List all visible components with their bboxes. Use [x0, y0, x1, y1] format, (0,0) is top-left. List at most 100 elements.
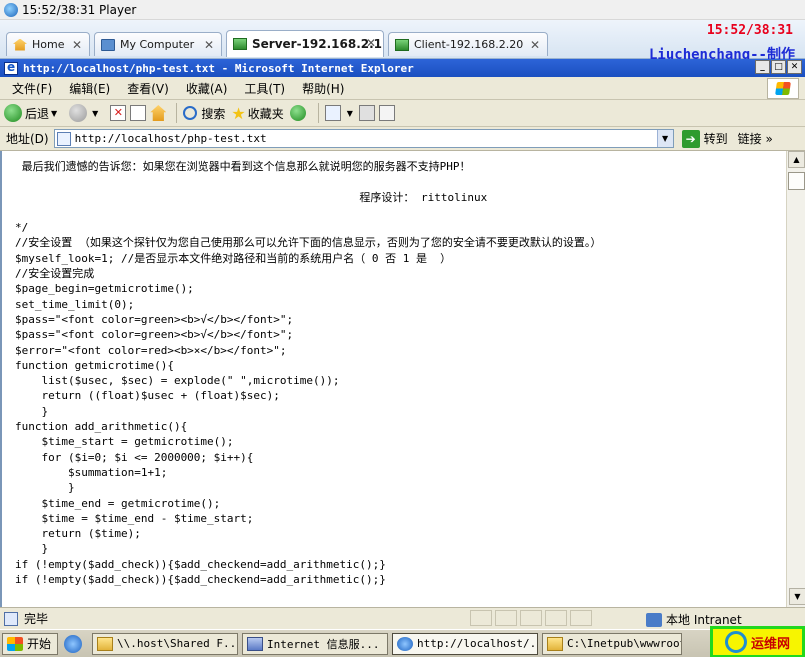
- menu-view[interactable]: 查看(V): [127, 80, 169, 97]
- taskbar-item-label: C:\Inetpub\wwwroot: [567, 637, 683, 650]
- code-line: return ($time);: [15, 527, 141, 541]
- chevron-down-icon[interactable]: ▼: [51, 109, 57, 118]
- search-button[interactable]: 搜索: [183, 105, 225, 122]
- chevron-down-icon[interactable]: ▼: [347, 109, 353, 118]
- menu-bar: 文件(F) 编辑(E) 查看(V) 收藏(A) 工具(T) 帮助(H): [0, 77, 805, 100]
- minimize-button[interactable]: _: [755, 60, 770, 74]
- code-line: $time_start = getmicrotime();: [15, 435, 234, 449]
- scroll-up-icon[interactable]: ▲: [788, 151, 805, 168]
- taskbar-item-ie[interactable]: http://localhost/...: [392, 632, 539, 655]
- code-line: for ($i=0; $i <= 2000000; $i++){: [15, 450, 254, 464]
- tab-client[interactable]: Client-192.168.2.20 ✕: [388, 32, 548, 56]
- go-arrow-icon: ➔: [681, 129, 700, 148]
- tab-label: My Computer: [120, 38, 195, 51]
- chevron-down-icon[interactable]: ▼: [92, 109, 98, 118]
- player-icon: [4, 2, 18, 17]
- window-title: http://localhost/php-test.txt - Microsof…: [23, 61, 414, 75]
- folder-icon: [547, 636, 564, 651]
- favorites-button[interactable]: ★ 收藏夹: [231, 104, 283, 123]
- windows-flag-icon: [7, 636, 23, 651]
- vertical-scrollbar[interactable]: ▲ ▼: [786, 151, 805, 607]
- address-field[interactable]: ▼: [53, 129, 674, 148]
- player-title: 15:52/38:31 Player: [22, 2, 137, 17]
- history-icon[interactable]: [289, 105, 306, 121]
- links-button[interactable]: 链接 »: [738, 130, 773, 147]
- tab-label: Client-192.168.2.20: [414, 38, 524, 51]
- start-button[interactable]: 开始: [2, 632, 59, 655]
- taskbar-item-label: \\.host\Shared F...: [117, 637, 239, 650]
- computer-icon: [101, 38, 115, 51]
- ie-title-bar: http://localhost/php-test.txt - Microsof…: [0, 59, 805, 77]
- taskbar-item-label: http://localhost/...: [417, 637, 539, 650]
- status-cell: [520, 610, 542, 626]
- status-cell: [545, 610, 567, 626]
- taskbar-item-iis[interactable]: Internet 信息服...: [242, 632, 389, 655]
- back-button[interactable]: 后退 ▼: [4, 104, 63, 122]
- code-line: $error="<font color=red><b>×</b></font>"…: [15, 343, 287, 357]
- close-button[interactable]: ✕: [787, 60, 802, 74]
- go-button[interactable]: ➔ 转到: [681, 129, 728, 148]
- code-line: }: [15, 542, 49, 556]
- maximize-button[interactable]: □: [771, 60, 786, 74]
- code-line: }: [15, 404, 49, 418]
- address-bar: 地址(D) ▼ ➔ 转到 链接 »: [0, 127, 805, 151]
- code-line: */: [15, 221, 29, 235]
- tab-my-computer[interactable]: My Computer ✕: [94, 32, 222, 56]
- refresh-icon[interactable]: [130, 105, 147, 121]
- tab-server[interactable]: Server-192.168.2.1 ✕: [226, 30, 384, 57]
- star-icon: ★: [231, 103, 246, 123]
- vm-icon: [233, 38, 247, 50]
- tab-home[interactable]: Home ✕: [6, 32, 90, 56]
- taskbar-item-wwwroot[interactable]: C:\Inetpub\wwwroot: [542, 632, 683, 655]
- page-icon: [56, 131, 71, 146]
- home-icon: [13, 38, 27, 51]
- status-cell: [470, 610, 492, 626]
- watermark-text: 运维网: [750, 636, 790, 652]
- code-line: }: [15, 481, 75, 495]
- code-line: if (!empty($add_check)){$add_checkend=ad…: [15, 557, 386, 571]
- forward-button[interactable]: ▼: [69, 104, 104, 122]
- scroll-down-icon[interactable]: ▼: [789, 588, 805, 605]
- code-line: $page_begin=getmicrotime();: [15, 282, 194, 296]
- scroll-thumb[interactable]: [788, 172, 805, 190]
- intranet-icon: [646, 612, 662, 627]
- status-cell: [570, 610, 592, 626]
- overlay-timer: 15:52/38:31: [706, 23, 793, 38]
- menu-help[interactable]: 帮助(H): [302, 80, 344, 97]
- code-line: function add_arithmetic(){: [15, 420, 188, 434]
- menu-tools[interactable]: 工具(T): [244, 80, 285, 97]
- code-line: 程序设计： rittolinux: [15, 190, 488, 204]
- code-line: $pass="<font color=green><b>√</b></font>…: [15, 328, 294, 342]
- go-label: 转到: [703, 132, 728, 146]
- page-status-icon: [4, 611, 18, 626]
- back-arrow-icon: [4, 104, 22, 122]
- code-line: $time = $time_end - $time_start;: [15, 511, 254, 525]
- code-line: set_time_limit(0);: [15, 297, 135, 311]
- tab-label: Home: [32, 38, 65, 51]
- close-icon[interactable]: ✕: [366, 36, 376, 50]
- text-document: 最后我们遗憾的告诉您：如果您在浏览器中看到这个信息那么就说明您的服务器不支持PH…: [2, 151, 786, 587]
- taskbar-item-label: Internet 信息服...: [267, 637, 380, 651]
- address-input[interactable]: [74, 132, 655, 145]
- menu-edit[interactable]: 编辑(E): [69, 80, 110, 97]
- code-line: $time_end = getmicrotime();: [15, 496, 221, 510]
- windows-logo-icon: [767, 78, 799, 99]
- home-icon[interactable]: [150, 105, 167, 121]
- stop-icon[interactable]: ✕: [110, 105, 127, 121]
- chevron-down-icon[interactable]: ▼: [656, 130, 673, 147]
- code-line: 最后我们遗憾的告诉您：如果您在浏览器中看到这个信息那么就说明您的服务器不支持PH…: [15, 160, 471, 173]
- page-content[interactable]: 最后我们遗憾的告诉您：如果您在浏览器中看到这个信息那么就说明您的服务器不支持PH…: [0, 151, 786, 607]
- edit-icon[interactable]: [378, 105, 395, 121]
- mail-icon[interactable]: [324, 105, 341, 121]
- ie-quicklaunch-icon[interactable]: [64, 634, 83, 653]
- status-bar: 完毕 本地 Intranet: [0, 607, 805, 629]
- close-icon[interactable]: ✕: [204, 38, 214, 52]
- print-icon[interactable]: [358, 105, 375, 121]
- menu-file[interactable]: 文件(F): [12, 80, 52, 97]
- close-icon[interactable]: ✕: [530, 38, 540, 52]
- favorites-label: 收藏夹: [247, 106, 284, 121]
- close-icon[interactable]: ✕: [72, 38, 82, 52]
- menu-favorites[interactable]: 收藏(A): [186, 80, 228, 97]
- taskbar-item-shared-folder[interactable]: \\.host\Shared F...: [92, 632, 239, 655]
- player-title-bar: 15:52/38:31 Player: [0, 0, 805, 20]
